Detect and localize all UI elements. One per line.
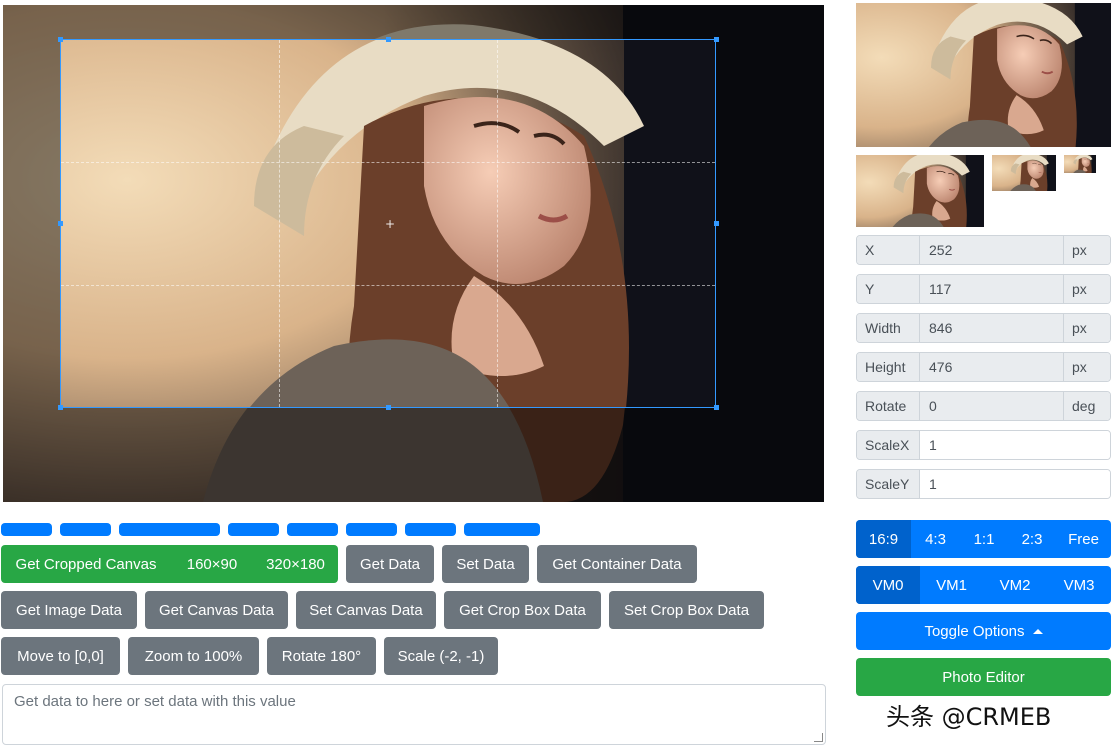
get-cropped-canvas-button[interactable]: Get Cropped Canvas [1, 545, 171, 583]
data-x-label: X [857, 236, 920, 264]
get-image-data-button[interactable]: Get Image Data [1, 591, 137, 629]
data-rotate-unit: deg [1063, 392, 1110, 420]
crop-handle-n[interactable] [386, 37, 391, 42]
aspect-2-3-button[interactable]: 2:3 [1008, 520, 1056, 558]
data-height-unit: px [1063, 353, 1110, 381]
data-scalex-group: ScaleX 1 [856, 430, 1111, 460]
data-scaley-input[interactable]: 1 [920, 470, 1110, 498]
aspect-4-3-button[interactable]: 4:3 [911, 520, 960, 558]
view-mode-0-button[interactable]: VM0 [856, 566, 920, 604]
data-rotate-label: Rotate [857, 392, 920, 420]
data-y-input[interactable]: 117 [920, 275, 1063, 303]
data-y-unit: px [1063, 275, 1110, 303]
cropped-160x90-button[interactable]: 160×90 [171, 545, 253, 583]
aspect-ratio-group: 16:9 4:3 1:1 2:3 Free [856, 520, 1111, 558]
crop-guide-h1 [61, 162, 715, 163]
toolbar-chip[interactable] [228, 523, 279, 536]
data-scalex-label: ScaleX [857, 431, 920, 459]
preview-large [856, 3, 1111, 147]
data-width-label: Width [857, 314, 920, 342]
cropped-canvas-group: Get Cropped Canvas 160×90 320×180 [1, 545, 338, 583]
toolbar-chip[interactable] [1, 523, 52, 536]
crop-handle-ne[interactable] [714, 37, 719, 42]
data-x-unit: px [1063, 236, 1110, 264]
view-mode-group: VM0 VM1 VM2 VM3 [856, 566, 1111, 604]
data-rotate-input[interactable]: 0 [920, 392, 1063, 420]
toolbar-chip[interactable] [60, 523, 111, 536]
data-y-label: Y [857, 275, 920, 303]
preview-small [992, 155, 1056, 191]
get-container-data-button[interactable]: Get Container Data [537, 545, 697, 583]
toggle-options-label: Toggle Options [924, 622, 1025, 640]
crop-guide-v2 [497, 40, 498, 407]
toolbar-chip[interactable] [346, 523, 397, 536]
toolbar-chip[interactable] [119, 523, 220, 536]
data-height-group: Height 476 px [856, 352, 1111, 382]
scale-button[interactable]: Scale (-2, -1) [384, 637, 498, 675]
crop-center-icon: + [385, 217, 396, 231]
caret-up-icon [1032, 628, 1043, 634]
aspect-16-9-button[interactable]: 16:9 [856, 520, 911, 558]
image-cropper[interactable]: + [3, 5, 824, 502]
crop-handle-e[interactable] [714, 221, 719, 226]
cropped-320x180-button[interactable]: 320×180 [253, 545, 338, 583]
resize-grip-icon[interactable] [814, 733, 823, 742]
crop-handle-w[interactable] [58, 221, 63, 226]
rotate-180-button[interactable]: Rotate 180° [267, 637, 376, 675]
crop-handle-se[interactable] [714, 405, 719, 410]
data-height-input[interactable]: 476 [920, 353, 1063, 381]
set-crop-box-data-button[interactable]: Set Crop Box Data [609, 591, 764, 629]
data-width-group: Width 846 px [856, 313, 1111, 343]
crop-handle-s[interactable] [386, 405, 391, 410]
crop-handle-nw[interactable] [58, 37, 63, 42]
view-mode-1-button[interactable]: VM1 [920, 566, 983, 604]
preview-medium [856, 155, 984, 227]
data-rotate-group: Rotate 0 deg [856, 391, 1111, 421]
set-canvas-data-button[interactable]: Set Canvas Data [296, 591, 436, 629]
data-width-unit: px [1063, 314, 1110, 342]
data-textarea[interactable]: Get data to here or set data with this v… [2, 684, 826, 745]
move-to-button[interactable]: Move to [0,0] [1, 637, 120, 675]
set-data-button[interactable]: Set Data [442, 545, 529, 583]
data-x-input[interactable]: 252 [920, 236, 1063, 264]
watermark-text: 头条 @CRMEB [886, 703, 1052, 731]
toolbar-chip[interactable] [405, 523, 456, 536]
toolbar-strip [1, 523, 548, 536]
crop-guide-v1 [279, 40, 280, 407]
textarea-placeholder: Get data to here or set data with this v… [14, 693, 296, 710]
zoom-to-button[interactable]: Zoom to 100% [128, 637, 259, 675]
data-scaley-label: ScaleY [857, 470, 920, 498]
data-scalex-input[interactable]: 1 [920, 431, 1110, 459]
get-canvas-data-button[interactable]: Get Canvas Data [145, 591, 288, 629]
get-data-button[interactable]: Get Data [346, 545, 434, 583]
preview-tiny [1064, 155, 1096, 173]
get-crop-box-data-button[interactable]: Get Crop Box Data [444, 591, 601, 629]
toolbar-chip[interactable] [287, 523, 338, 536]
data-y-group: Y 117 px [856, 274, 1111, 304]
view-mode-2-button[interactable]: VM2 [983, 566, 1047, 604]
data-height-label: Height [857, 353, 920, 381]
toolbar-chip[interactable] [464, 523, 540, 536]
data-scaley-group: ScaleY 1 [856, 469, 1111, 499]
crop-box[interactable]: + [60, 39, 716, 408]
toggle-options-button[interactable]: Toggle Options [856, 612, 1111, 650]
aspect-free-button[interactable]: Free [1056, 520, 1111, 558]
data-width-input[interactable]: 846 [920, 314, 1063, 342]
view-mode-3-button[interactable]: VM3 [1047, 566, 1111, 604]
crop-handle-sw[interactable] [58, 405, 63, 410]
crop-guide-h2 [61, 285, 715, 286]
aspect-1-1-button[interactable]: 1:1 [960, 520, 1008, 558]
data-x-group: X 252 px [856, 235, 1111, 265]
photo-editor-button[interactable]: Photo Editor [856, 658, 1111, 696]
